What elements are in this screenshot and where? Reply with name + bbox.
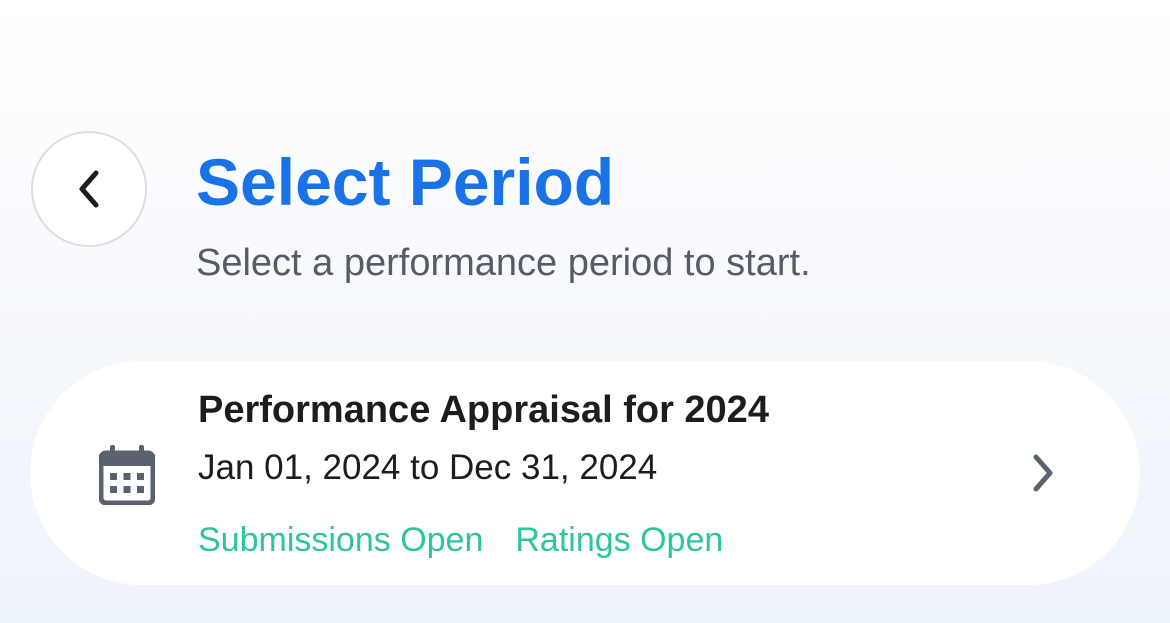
calendar-icon <box>99 445 155 505</box>
status-submissions: Submissions Open <box>198 521 484 559</box>
period-title: Performance Appraisal for 2024 <box>198 389 769 431</box>
back-button[interactable] <box>31 131 147 247</box>
period-dates: Jan 01, 2024 to Dec 31, 2024 <box>198 448 658 487</box>
period-card[interactable]: Performance Appraisal for 2024 Jan 01, 2… <box>30 361 1140 585</box>
status-ratings: Ratings Open <box>515 521 724 559</box>
chevron-left-icon <box>74 169 104 209</box>
chevron-right-icon <box>1028 453 1058 493</box>
status-row: Submissions Open Ratings Open <box>198 519 723 561</box>
page-subtitle: Select a performance period to start. <box>196 242 811 284</box>
page-title: Select Period <box>196 145 615 219</box>
